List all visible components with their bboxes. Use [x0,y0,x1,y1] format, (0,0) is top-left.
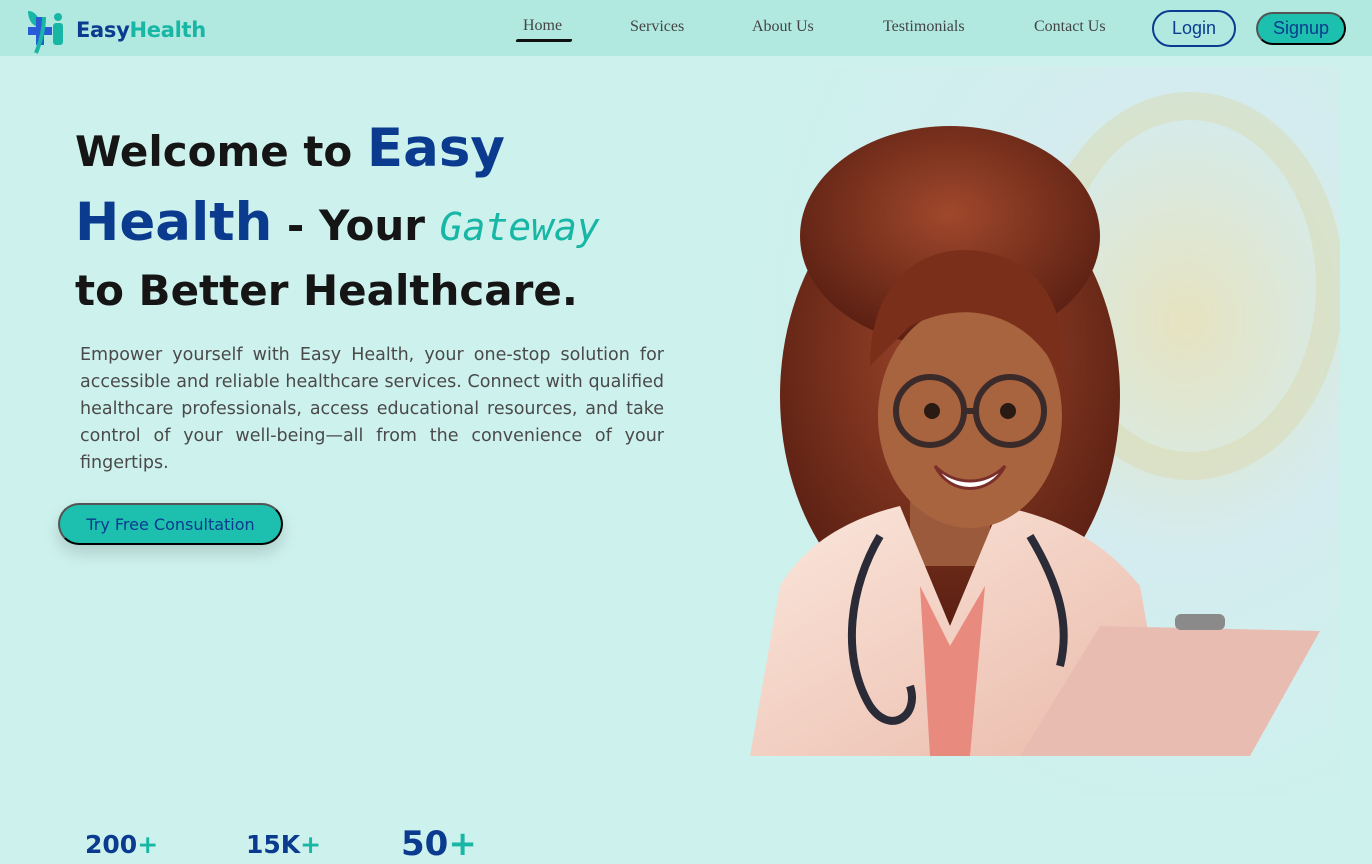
hero-brand-health: Health [75,192,273,253]
nav-link-testimonials[interactable]: Testimonials [883,18,965,36]
stat-value: 50 [401,824,449,864]
nav-active-underline [515,39,573,42]
hero-brand-easy: Easy [366,118,505,179]
stat-value: 200 [85,830,138,859]
try-free-consultation-button[interactable]: Try Free Consultation [58,503,283,545]
navbar: EasyHealth Home Services About Us Testim… [0,0,1372,56]
logo-mark-icon [22,5,68,55]
stat-value: 15K [246,830,301,859]
signup-button[interactable]: Signup [1256,12,1346,45]
hero-heading-line-3: to Better Healthcare. [75,266,578,315]
hero-description: Empower yourself with Easy Health, your … [80,345,664,473]
stat-suffix: + [300,830,322,859]
nav-link-services[interactable]: Services [630,18,684,36]
logo[interactable]: EasyHealth [22,5,206,55]
stat-suffix: + [137,830,159,859]
nav-link-home[interactable]: Home [523,17,562,35]
stat-item: 50+ [401,824,477,864]
stat-suffix: + [448,824,477,864]
stat-item: 15K+ [246,830,321,859]
logo-text: EasyHealth [76,18,206,42]
logo-text-easy: Easy [76,18,130,42]
hero-welcome-text: Welcome to [75,127,367,176]
stat-item: 200+ [85,830,158,859]
hero-gateway-text: Gateway [439,205,600,249]
doctor-illustration [720,66,1340,796]
logo-text-health: Health [129,18,207,42]
hero-heading-line-2: Health - Your Gateway [75,192,600,253]
nav-link-contact-us[interactable]: Contact Us [1034,18,1106,36]
hero-your-text: - Your [272,201,440,250]
login-button[interactable]: Login [1152,10,1236,47]
hero-heading-line-1: Welcome to Easy [75,118,505,179]
nav-link-about-us[interactable]: About Us [752,18,814,36]
